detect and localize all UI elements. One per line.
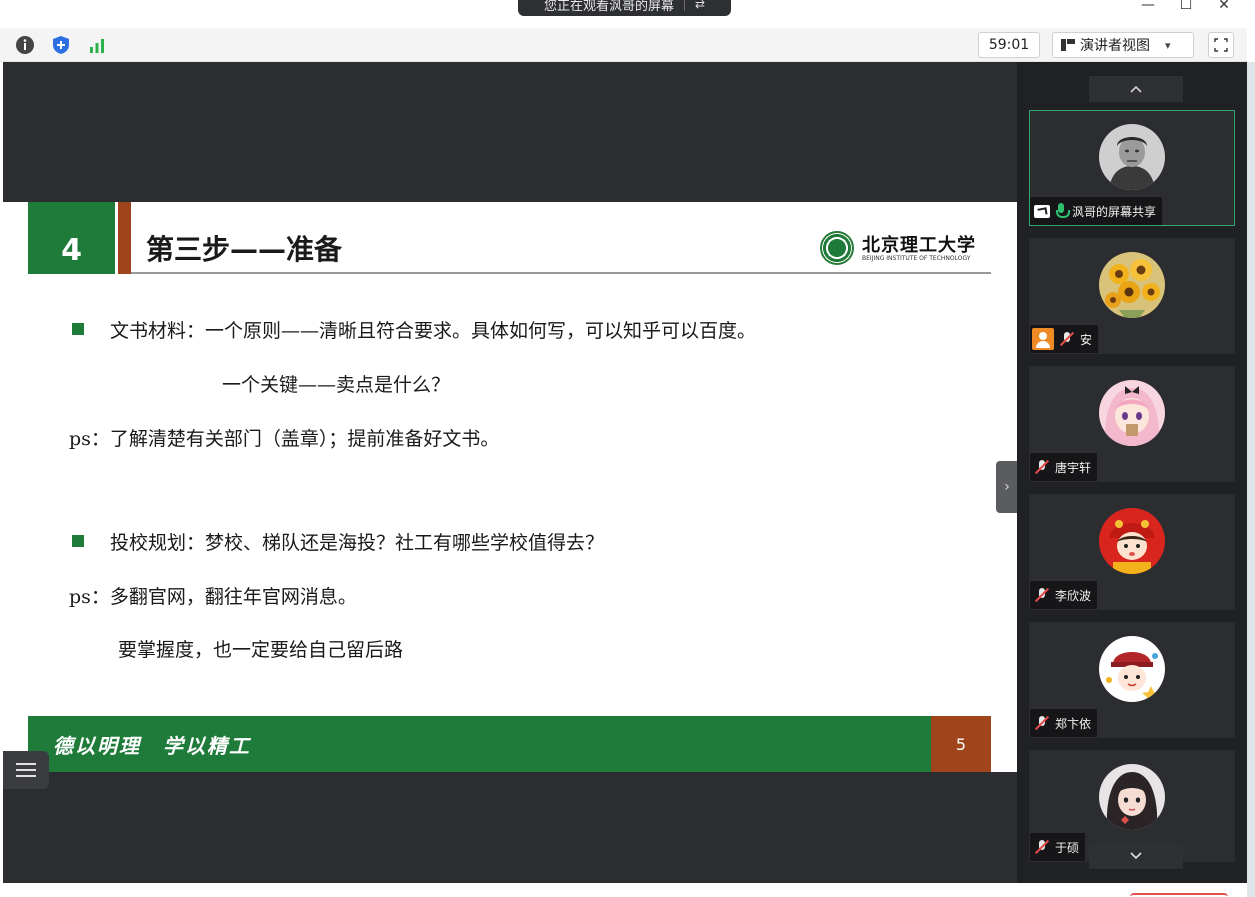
anime-girl-avatar: [1099, 380, 1165, 446]
participant-name: 唐宇轩: [1055, 460, 1092, 475]
girl-avatar: [1099, 764, 1165, 830]
participant-tile[interactable]: 安: [1029, 238, 1235, 354]
chevron-up-icon: [1130, 85, 1142, 93]
exit-share-icon[interactable]: ⇄: [695, 0, 705, 11]
bullet-icon: [72, 323, 84, 335]
participant-name-tag: 唐宇轩: [1030, 453, 1098, 481]
participant-name: 安: [1080, 332, 1093, 347]
slide-menu-button[interactable]: [3, 751, 49, 789]
screen-share-notice[interactable]: 您正在观看沨哥的屏幕 ⇄: [518, 0, 731, 16]
slide-title: 第三步——准备: [146, 233, 343, 266]
fullscreen-button[interactable]: [1208, 32, 1234, 58]
microphone-on-icon: [1055, 203, 1070, 219]
sunflower-avatar: [1099, 252, 1165, 318]
slide-page-number: 5: [931, 716, 991, 772]
slide-line: 要掌握度，也一定要给自己留后路: [118, 639, 404, 661]
cartoon-hat-avatar: [1099, 636, 1165, 702]
slide-line: 一个关键——卖点是什么？: [222, 374, 451, 396]
participant-name-tag: 于硕: [1030, 833, 1086, 861]
divider: [683, 0, 685, 11]
participant-name: 李欣波: [1055, 588, 1092, 603]
portrait-avatar: [1099, 124, 1165, 190]
info-icon[interactable]: [14, 34, 36, 56]
university-motto: 德以明理 学以精工: [53, 734, 251, 758]
layout-icon: [1061, 39, 1075, 51]
participant-tile[interactable]: 沨哥的屏幕共享: [1029, 110, 1235, 226]
panel-collapse-handle[interactable]: ›: [996, 461, 1018, 513]
title-bar: 您正在观看沨哥的屏幕 ⇄ — ☐ ✕: [0, 0, 1255, 28]
participant-name-tag: 沨哥的屏幕共享: [1030, 197, 1163, 225]
chevron-right-icon: ›: [1004, 479, 1010, 495]
background-window-edge: [1247, 62, 1255, 897]
microphone-muted-icon: [1059, 331, 1075, 347]
participant-name: 沨哥的屏幕共享: [1072, 204, 1157, 219]
logo-english-name: BEIJING INSTITUTE OF TECHNOLOGY: [862, 255, 971, 262]
signal-strength-icon[interactable]: [86, 34, 108, 56]
share-notice-text: 您正在观看沨哥的屏幕: [543, 0, 674, 14]
slide-line: 文书材料：一个原则——清晰且符合要求。具体如何写，可以知乎可以百度。: [110, 320, 757, 342]
meeting-toolbar: 59:01 演讲者视图 ▾: [0, 28, 1247, 62]
bullet-icon: [72, 535, 84, 547]
microphone-muted-icon: [1034, 587, 1050, 603]
microphone-muted-icon: [1034, 715, 1050, 731]
participant-tile[interactable]: 郑卞依: [1029, 622, 1235, 738]
slide-line: 投校规划：梦校、梯队还是海投？社工有哪些学校值得去？: [110, 532, 605, 554]
maximize-button[interactable]: ☐: [1172, 0, 1200, 14]
participant-tile[interactable]: 唐宇轩: [1029, 366, 1235, 482]
bottom-button-edge: [1130, 893, 1228, 897]
participant-tile[interactable]: 李欣波: [1029, 494, 1235, 610]
scroll-up-button[interactable]: [1089, 76, 1183, 102]
chevron-down-icon: ▾: [1165, 38, 1171, 52]
chevron-down-icon: [1130, 852, 1142, 860]
close-button[interactable]: ✕: [1210, 0, 1238, 14]
section-number: 4: [28, 202, 115, 274]
participant-name-tag: 郑卞依: [1030, 709, 1098, 737]
minimize-button[interactable]: —: [1134, 0, 1162, 14]
slide-line: ps：了解清楚有关部门（盖章）；提前准备好文书。: [69, 428, 500, 450]
view-mode-label: 演讲者视图: [1080, 38, 1150, 54]
participant-name-tag: 安: [1030, 325, 1099, 353]
participant-name: 郑卞依: [1055, 716, 1092, 731]
university-logo: 北京理工大学 BEIJING INSTITUTE OF TECHNOLOGY: [820, 229, 990, 269]
university-seal-icon: [820, 231, 854, 265]
red-hat-avatar: [1099, 508, 1165, 574]
bottom-strip: [0, 883, 1247, 897]
participant-name-tag: 李欣波: [1030, 581, 1098, 609]
screen-share-icon: [1034, 204, 1050, 218]
meeting-timer: 59:01: [978, 32, 1040, 58]
header-accent-bar: [118, 202, 131, 274]
presentation-slide: 4 第三步——准备 北京理工大学 BEIJING INSTITUTE OF TE…: [3, 202, 1017, 772]
slide-line: ps：多翻官网，翻往年官网消息。: [69, 586, 357, 608]
microphone-muted-icon: [1034, 459, 1050, 475]
title-underline: [131, 272, 991, 274]
microphone-muted-icon: [1034, 839, 1050, 855]
view-mode-dropdown[interactable]: 演讲者视图 ▾: [1052, 32, 1194, 58]
scroll-down-button[interactable]: [1089, 843, 1183, 869]
person-icon: [1032, 328, 1054, 350]
participant-name: 于硕: [1055, 840, 1080, 855]
logo-chinese-name: 北京理工大学: [862, 235, 976, 256]
fullscreen-icon: [1214, 38, 1228, 52]
security-shield-icon[interactable]: [50, 34, 72, 56]
